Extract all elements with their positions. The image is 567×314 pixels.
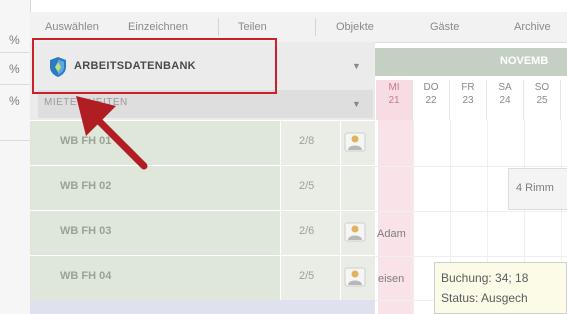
- unit-occupancy: 2/6: [280, 211, 340, 255]
- unit-occupancy: 2/5: [280, 256, 340, 300]
- booking-label[interactable]: eisen: [378, 273, 404, 285]
- day-number: 25: [536, 95, 548, 106]
- day-number: 23: [462, 95, 474, 106]
- unit-name: WB FH 02: [30, 166, 280, 210]
- unit-row[interactable]: WB FH 03 2/6: [30, 210, 375, 255]
- unit-row[interactable]: WB FH 04 2/5: [30, 255, 375, 300]
- booking-label[interactable]: Adam: [377, 228, 406, 240]
- menu-teilen[interactable]: Teilen: [238, 21, 267, 33]
- booking-tooltip: Buchung: 34; 18 Status: Ausgech: [434, 262, 567, 314]
- unit-name: WB FH 03: [30, 211, 280, 255]
- menu-separator: [218, 18, 219, 36]
- unit-row-selected[interactable]: [30, 300, 375, 314]
- booking-label[interactable]: 4 Rimm: [516, 182, 554, 194]
- day-header[interactable]: SA 24: [487, 80, 524, 120]
- divider: [0, 52, 30, 53]
- unit-icon-cell: [340, 211, 376, 255]
- guest-icon[interactable]: [344, 266, 366, 288]
- unit-name: WB FH 01: [30, 121, 280, 165]
- guest-icon[interactable]: [344, 221, 366, 243]
- day-header[interactable]: MI 21: [376, 80, 413, 120]
- chevron-down-icon: ▼: [352, 61, 361, 71]
- unit-occupancy: 2/5: [280, 166, 340, 210]
- grid-line: [375, 256, 567, 257]
- day-number: 24: [499, 95, 511, 106]
- percent-label: %: [9, 62, 20, 76]
- calendar-month-header: NOVEMB: [375, 48, 567, 76]
- grid-line: [375, 211, 567, 212]
- menu-gaeste[interactable]: Gäste: [430, 21, 459, 33]
- tooltip-booking: Buchung: 34; 18: [441, 271, 529, 285]
- left-panel-edge: % % %: [0, 0, 31, 314]
- unit-occupancy: 2/8: [280, 121, 340, 165]
- day-number: 22: [425, 95, 437, 106]
- unit-icon-cell: [340, 256, 376, 300]
- percent-label: %: [9, 33, 20, 47]
- day-name: SO: [534, 82, 550, 93]
- menu-objekte[interactable]: Objekte: [336, 21, 374, 33]
- menu-auswaehlen[interactable]: Auswählen: [45, 21, 99, 33]
- menu-einzeichnen[interactable]: Einzeichnen: [128, 21, 188, 33]
- divider: [0, 140, 30, 141]
- chevron-down-icon: ▼: [352, 99, 361, 109]
- grid-line: [413, 120, 414, 314]
- day-header[interactable]: DO 22: [413, 80, 450, 120]
- day-name: SA: [498, 82, 512, 93]
- unit-name: WB FH 04: [30, 256, 280, 300]
- day-number: 21: [388, 95, 400, 106]
- day-name: MI: [388, 82, 400, 93]
- annotation-highlight-box: [32, 38, 277, 94]
- tooltip-status: Status: Ausgech: [441, 291, 528, 305]
- day-header[interactable]: SO 25: [524, 80, 561, 120]
- unit-icon-cell: [340, 121, 376, 165]
- annotation-arrow-icon: [76, 96, 148, 170]
- grid-line: [375, 166, 567, 167]
- calendar-month-label: NOVEMB: [500, 55, 549, 67]
- day-header[interactable]: FR 23: [450, 80, 487, 120]
- day-name: FR: [461, 82, 475, 93]
- menu-separator: [315, 18, 316, 36]
- unit-icon-cell: [340, 166, 376, 210]
- percent-label: %: [9, 94, 20, 108]
- menu-archive[interactable]: Archive: [514, 21, 551, 33]
- guest-icon[interactable]: [344, 131, 366, 153]
- divider: [0, 84, 30, 85]
- day-name: DO: [423, 82, 439, 93]
